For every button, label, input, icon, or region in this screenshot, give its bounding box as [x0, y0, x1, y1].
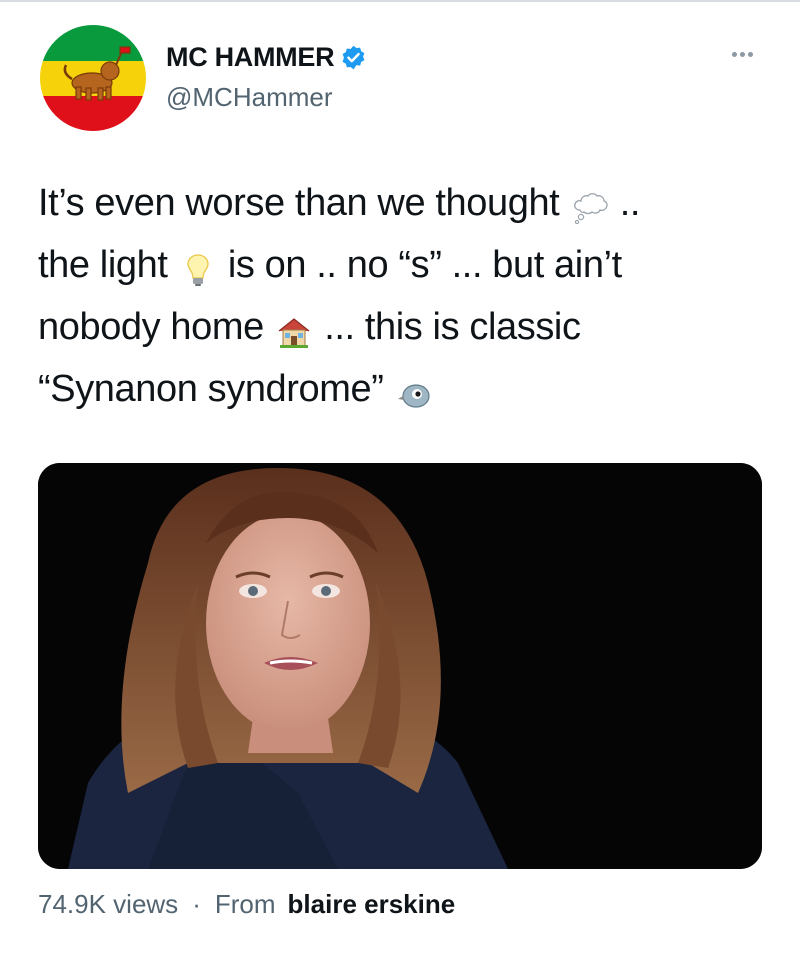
tweet-text-segment: the light — [38, 244, 168, 286]
tweet-text-segment: It’s even worse than we thought — [38, 182, 560, 224]
author-avatar[interactable] — [40, 25, 146, 131]
lion-flag-icon — [40, 25, 146, 131]
tweet-line: the light is on .. no “s” ... but ain’t — [38, 234, 768, 296]
top-divider — [0, 0, 800, 2]
house-icon — [276, 307, 312, 348]
author-name-row[interactable]: MC HAMMER — [166, 42, 367, 73]
video-source-link[interactable]: blaire erskine — [288, 889, 456, 920]
more-dot — [740, 52, 745, 57]
video-player[interactable] — [38, 463, 762, 869]
thought-balloon-icon — [572, 183, 608, 225]
author-handle[interactable]: @MCHammer — [166, 82, 333, 113]
more-options-icon[interactable] — [732, 52, 753, 57]
author-display-name[interactable]: MC HAMMER — [166, 42, 335, 73]
tweet-line: “Synanon syndrome” — [38, 358, 768, 420]
tweet-footer: 74.9K views · From blaire erskine — [38, 889, 455, 920]
separator-dot: · — [192, 889, 201, 919]
light-bulb-icon — [180, 245, 216, 286]
tweet-text-segment: .. — [619, 182, 641, 224]
tweet-text-segment: ... this is classic — [324, 306, 581, 348]
tweet-text-segment: nobody home — [38, 306, 264, 348]
tweet-text-segment: “Synanon syndrome” — [38, 368, 384, 410]
from-label: From — [214, 889, 276, 919]
bird-face-icon — [396, 369, 432, 408]
view-count: 74.9K views — [38, 889, 179, 919]
tweet-text: It’s even worse than we thought .. the l… — [38, 172, 768, 420]
video-thumbnail — [38, 463, 762, 869]
verified-badge-icon — [340, 44, 367, 71]
tweet-text-segment: is on .. no “s” ... but ain’t — [227, 244, 622, 286]
more-dot — [732, 52, 737, 57]
more-dot — [748, 52, 753, 57]
tweet-line: nobody home ... this is classic — [38, 296, 768, 358]
tweet-line: It’s even worse than we thought .. — [38, 172, 768, 234]
